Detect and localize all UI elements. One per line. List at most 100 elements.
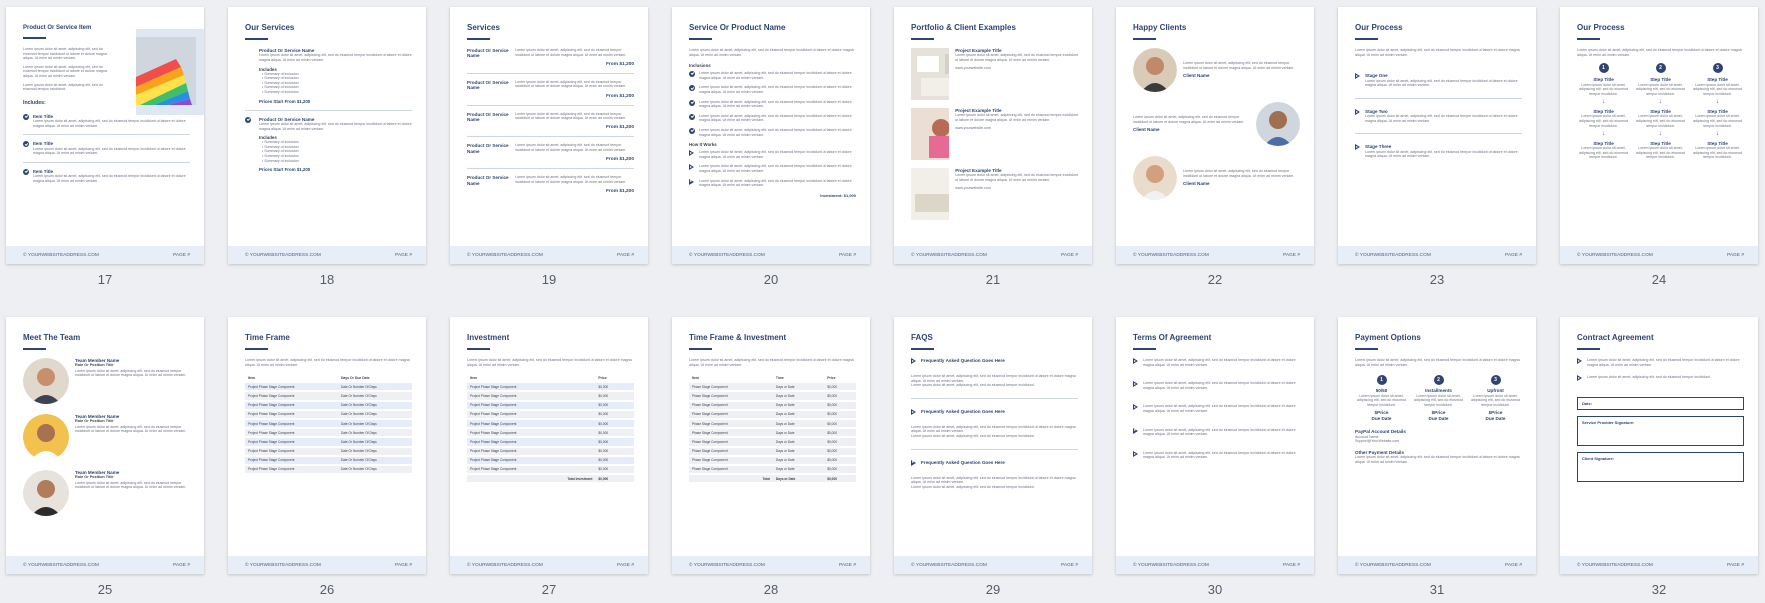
investment-table: Item Price Project Phase Stage Component $… — [467, 373, 634, 484]
summary-list: • Summary of inclusion • Summary of incl… — [262, 71, 299, 94]
date-field[interactable]: Date: — [1577, 397, 1744, 411]
arrow-icon — [1577, 375, 1583, 382]
page-thumbnail[interactable]: Happy Clients Lorem ipsum dolor sit amet… — [1116, 7, 1314, 264]
page-footer: © YOURWEBSITEADDRESS.COM PAGE # — [228, 246, 426, 264]
footer-website: © YOURWEBSITEADDRESS.COM — [1355, 252, 1431, 258]
page-number: 25 — [97, 582, 113, 597]
title-underline — [467, 38, 490, 40]
page-thumbnail[interactable]: Service Or Product Name Lorem ipsum dolo… — [672, 7, 870, 264]
page-footer: © YOURWEBSITEADDRESS.COM PAGE # — [6, 556, 204, 574]
page-thumbnail[interactable]: Services Product Or Service Name Lorem ip… — [450, 7, 648, 264]
check-icon — [23, 113, 29, 120]
body-text: Lorem ipsum dolor sit amet, adipiscing e… — [23, 82, 103, 92]
team-photo — [23, 358, 69, 404]
footer-page: PAGE # — [1505, 252, 1522, 258]
client-photo — [1256, 102, 1300, 146]
page-thumbnail[interactable]: Meet The Team Team Member Name Role Or Po… — [6, 317, 204, 574]
page-cell-22[interactable]: Happy Clients Lorem ipsum dolor sit amet… — [1116, 7, 1314, 293]
page-footer: © YOURWEBSITEADDRESS.COM PAGE # — [894, 556, 1092, 574]
page-thumbnail[interactable]: Time Frame Lorem ipsum dolor sit amet, a… — [228, 317, 426, 574]
footer-website: © YOURWEBSITEADDRESS.COM — [911, 562, 987, 568]
footer-website: © YOURWEBSITEADDRESS.COM — [689, 562, 765, 568]
down-arrow-icon: ↓ — [1716, 131, 1719, 138]
footer-website: © YOURWEBSITEADDRESS.COM — [911, 252, 987, 258]
client-name: Client Name — [1133, 127, 1160, 133]
page-thumbnail[interactable]: Contract Agreement Lorem ipsum dolor sit… — [1560, 317, 1758, 574]
page-thumbnail[interactable]: Our Process Lorem ipsum dolor sit amet, … — [1338, 7, 1536, 264]
service-row: Product Or Service Name Lorem ipsum dolor… — [467, 48, 634, 67]
intro-text: Lorem ipsum dolor sit amet, adipiscing e… — [1355, 48, 1520, 57]
page-thumbnail[interactable]: Investment Lorem ipsum dolor sit amet, a… — [450, 317, 648, 574]
page-footer: © YOURWEBSITEADDRESS.COM PAGE # — [1560, 246, 1758, 264]
arrow-icon — [1355, 73, 1361, 80]
arrow-icon — [689, 164, 695, 171]
title-underline — [467, 348, 490, 350]
page-thumbnail[interactable]: Time Frame & Investment Lorem ipsum dolo… — [672, 317, 870, 574]
footer-page: PAGE # — [395, 252, 412, 258]
list-item: Item Title Lorem ipsum dolor sit amet, ad… — [23, 113, 190, 129]
project-url[interactable]: www.yourwebsite.com — [955, 186, 1078, 191]
page-cell-29[interactable]: FAQS Frequently Asked Question Goes Here… — [894, 317, 1092, 603]
project-url[interactable]: www.yourwebsite.com — [955, 66, 1078, 71]
page-cell-21[interactable]: Portfolio & Client Examples & Project Ex… — [894, 7, 1092, 293]
page-cell-18[interactable]: Our Services Product Or Service Name Lor… — [228, 7, 426, 293]
footer-website: © YOURWEBSITEADDRESS.COM — [689, 252, 765, 258]
page-title: Investment — [467, 333, 510, 342]
page-cell-23[interactable]: Our Process Lorem ipsum dolor sit amet, … — [1338, 7, 1536, 293]
page-cell-24[interactable]: Our Process Lorem ipsum dolor sit amet, … — [1560, 7, 1758, 293]
client-signature-field[interactable]: Client Signature: — [1577, 452, 1744, 483]
step-number: 2 — [1655, 63, 1666, 74]
page-cell-25[interactable]: Meet The Team Team Member Name Role Or Po… — [6, 317, 204, 603]
service-row: Product Or Service Name Lorem ipsum dolor… — [467, 111, 634, 131]
page-footer: © YOURWEBSITEADDRESS.COM PAGE # — [1338, 556, 1536, 574]
page-number: 31 — [1429, 582, 1445, 597]
page-thumbnail[interactable]: FAQS Frequently Asked Question Goes Here… — [894, 317, 1092, 574]
intro-text: Lorem ipsum dolor sit amet, adipiscing e… — [689, 358, 854, 367]
footer-website: © YOURWEBSITEADDRESS.COM — [245, 252, 321, 258]
page-cell-20[interactable]: Service Or Product Name Lorem ipsum dolo… — [672, 7, 870, 293]
check-icon — [245, 116, 251, 123]
page-number: 24 — [1651, 272, 1667, 287]
page-cell-27[interactable]: Investment Lorem ipsum dolor sit amet, a… — [450, 317, 648, 603]
footer-website: © YOURWEBSITEADDRESS.COM — [1577, 562, 1653, 568]
page-thumbnail[interactable]: Portfolio & Client Examples & Project Ex… — [894, 7, 1092, 264]
provider-signature-field[interactable]: Service Provider Signature: — [1577, 416, 1744, 447]
footer-page: PAGE # — [1283, 562, 1300, 568]
page-thumbnail[interactable]: Product Or Service Item Lorem ipsum dolo… — [6, 7, 204, 264]
footer-page: PAGE # — [1727, 252, 1744, 258]
page-cell-17[interactable]: Product Or Service Item Lorem ipsum dolo… — [6, 7, 204, 293]
check-icon — [23, 141, 29, 148]
check-icon — [689, 113, 695, 120]
client-photo — [1133, 48, 1177, 92]
page-cell-30[interactable]: Terms Of Agreement Lorem ipsum dolor sit… — [1116, 317, 1314, 603]
page-thumbnail[interactable]: Our Process Lorem ipsum dolor sit amet, … — [1560, 7, 1758, 264]
how-heading: How It Works — [689, 142, 717, 148]
page-cell-31[interactable]: Payment Options Lorem ipsum dolor sit am… — [1338, 317, 1536, 603]
footer-page: PAGE # — [1061, 252, 1078, 258]
page-thumbnail[interactable]: Payment Options Lorem ipsum dolor sit am… — [1338, 317, 1536, 574]
project-url[interactable]: www.yourwebsite.com — [955, 126, 1078, 131]
item-text: Lorem ipsum dolor sit amet, adipiscing e… — [33, 119, 186, 128]
timeframe-investment-table: Item Time Price Phase Stage Component Days … — [689, 373, 856, 484]
page-cell-28[interactable]: Time Frame & Investment Lorem ipsum dolo… — [672, 317, 870, 603]
service-text: Lorem ipsum dolor sit amet, adipiscing e… — [259, 121, 412, 131]
term-text: Lorem ipsum dolor sit amet, adipiscing e… — [1143, 404, 1296, 413]
footer-page: PAGE # — [1283, 252, 1300, 258]
check-icon — [689, 85, 695, 92]
check-icon — [689, 99, 695, 106]
arrow-icon — [1133, 450, 1139, 457]
page-title: FAQS — [911, 333, 933, 342]
page-cell-26[interactable]: Time Frame Lorem ipsum dolor sit amet, a… — [228, 317, 426, 603]
page-cell-32[interactable]: Contract Agreement Lorem ipsum dolor sit… — [1560, 317, 1758, 603]
page-thumbnail[interactable]: Our Services Product Or Service Name Lor… — [228, 7, 426, 264]
footer-page: PAGE # — [617, 562, 634, 568]
down-arrow-icon: ↓ — [1659, 131, 1662, 138]
page-number: 19 — [541, 272, 557, 287]
down-arrow-icon: ↓ — [1716, 99, 1719, 106]
page-cell-19[interactable]: Services Product Or Service Name Lorem ip… — [450, 7, 648, 293]
page-thumbnail[interactable]: Terms Of Agreement Lorem ipsum dolor sit… — [1116, 317, 1314, 574]
page-number: 28 — [763, 582, 779, 597]
faq-question: Frequently Asked Question Goes Here — [921, 409, 1005, 415]
down-arrow-icon: ↓ — [1659, 99, 1662, 106]
page-footer: © YOURWEBSITEADDRESS.COM PAGE # — [228, 556, 426, 574]
